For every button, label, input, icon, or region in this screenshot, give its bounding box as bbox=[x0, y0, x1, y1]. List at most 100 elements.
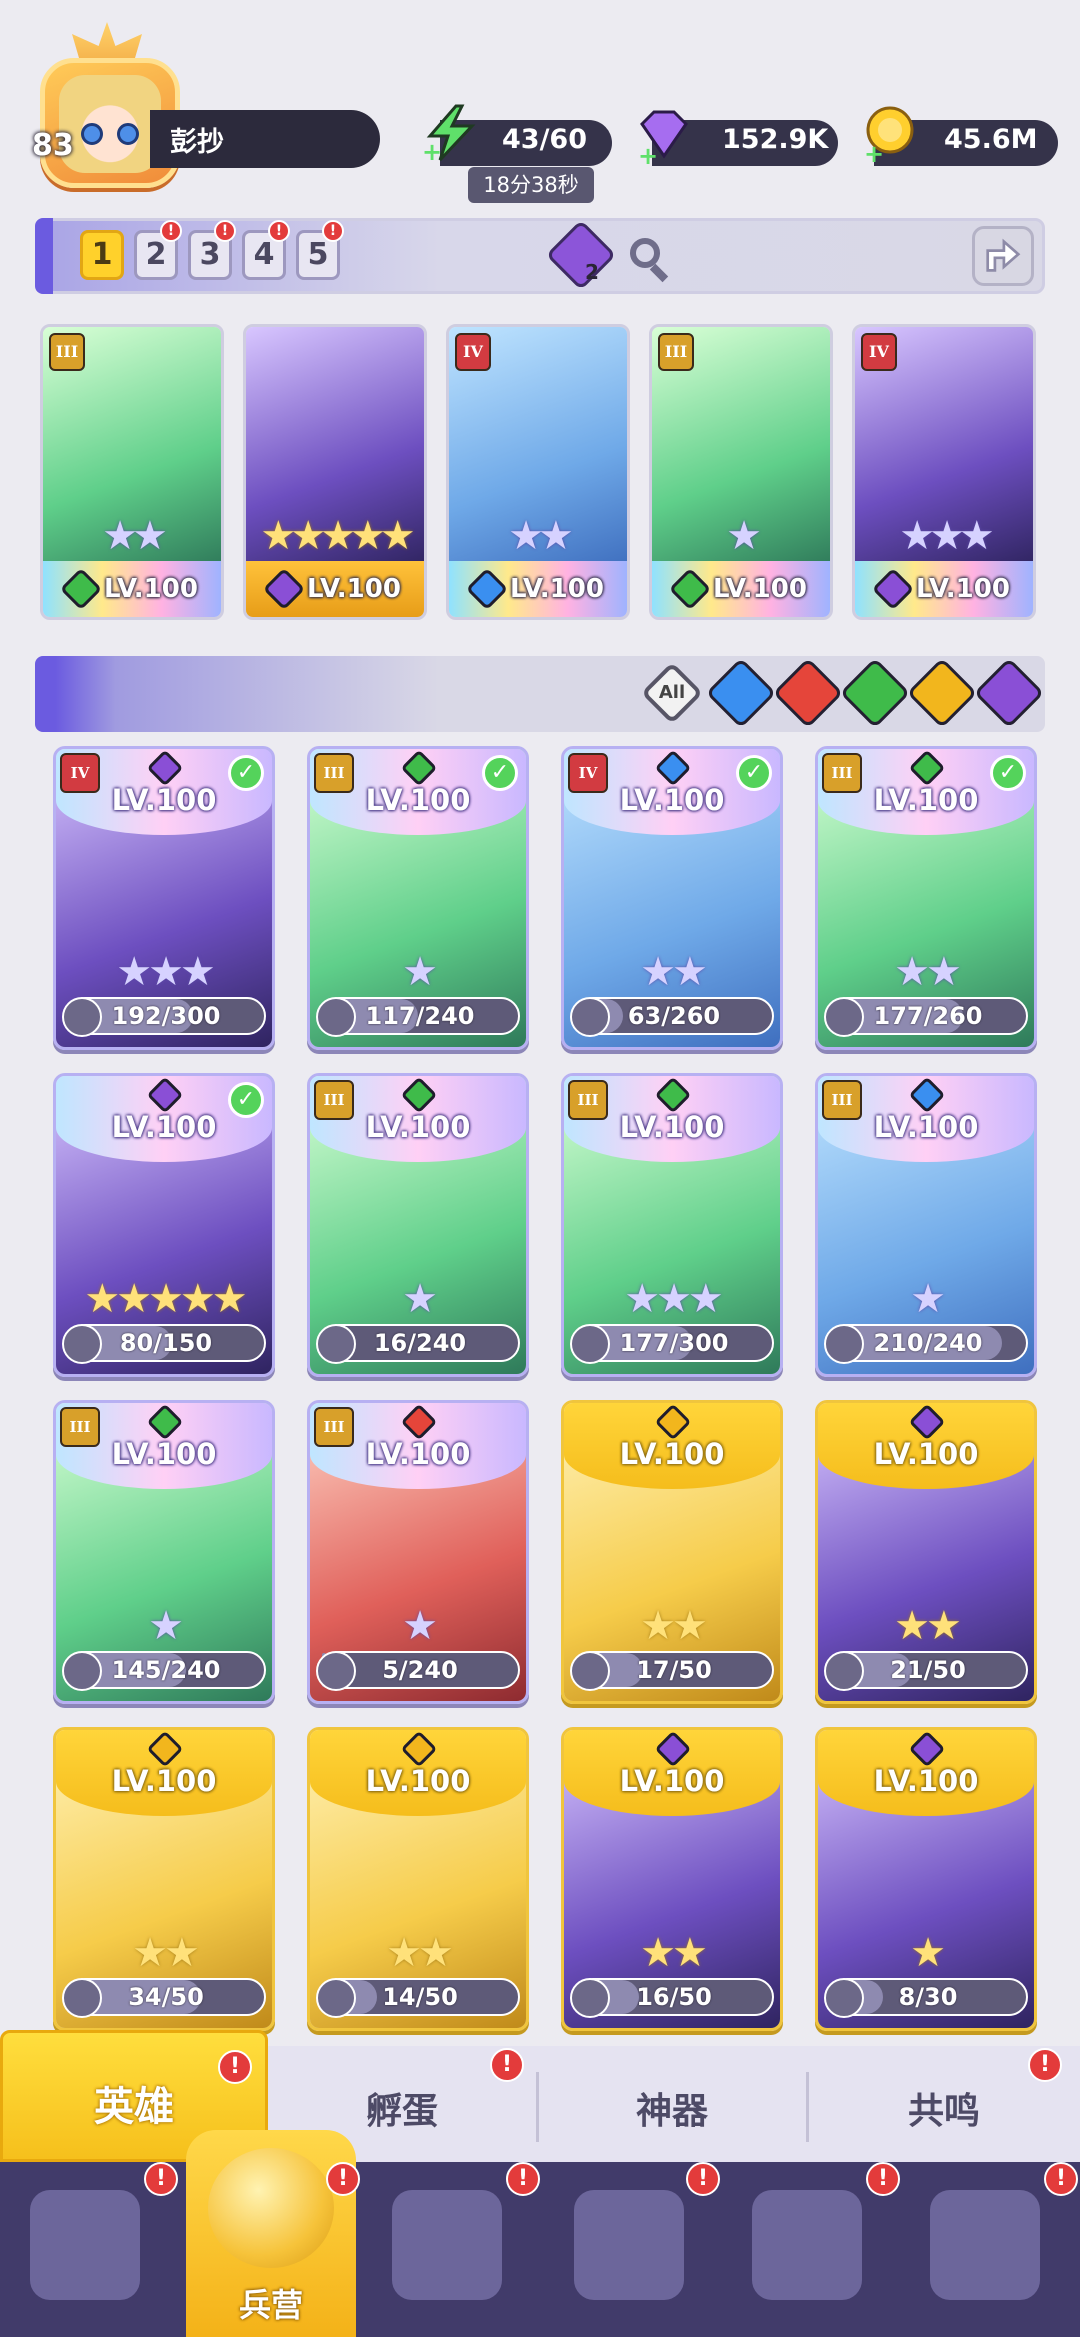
nav-cards-icon[interactable] bbox=[30, 2190, 140, 2300]
hero-card[interactable]: LV.100 ✓ ★★★★★ 80/150 bbox=[53, 1073, 275, 1377]
rank-badge-icon: III bbox=[49, 333, 85, 371]
hero-stars: ★★★★★ bbox=[260, 513, 415, 559]
hero-card[interactable]: LV.100 III ✓ ★★ 177/260 bbox=[815, 746, 1037, 1050]
shard-progress-bar: 177/300 bbox=[570, 1324, 774, 1364]
player-name: 彭抄 bbox=[170, 127, 224, 158]
rank-badge-icon: III bbox=[314, 1407, 354, 1447]
shard-progress-text: 80/150 bbox=[119, 1329, 213, 1357]
tab-hatch[interactable]: 孵蛋 bbox=[268, 2082, 536, 2134]
team-hero-card[interactable]: ★★ LV.100 III bbox=[40, 324, 224, 620]
hero-level: LV.100 bbox=[873, 1437, 979, 1471]
water-element-icon bbox=[465, 567, 509, 611]
hero-level: LV.100 bbox=[619, 1764, 725, 1798]
hero-level: LV.100 bbox=[307, 574, 401, 604]
nav-castle-alert-icon: ! bbox=[686, 2162, 720, 2196]
team-gem-count: 2 bbox=[585, 260, 599, 284]
shard-progress-bar: 17/50 bbox=[570, 1651, 774, 1691]
hero-card[interactable]: LV.100 III ★★★ 177/300 bbox=[561, 1073, 783, 1377]
energy-value: 43/60 bbox=[502, 124, 588, 155]
hero-card[interactable]: LV.100 ★★ 21/50 bbox=[815, 1400, 1037, 1704]
rank-badge-icon: IV bbox=[60, 753, 100, 793]
hero-stars: ★ bbox=[402, 949, 438, 995]
hero-stars: ★★ bbox=[386, 1930, 454, 1976]
dark-element-icon bbox=[871, 567, 915, 611]
hero-card[interactable]: LV.100 ★★ 34/50 bbox=[53, 1727, 275, 2031]
hero-stars: ★★ bbox=[508, 513, 574, 559]
team-hero-card[interactable]: ★★ LV.100 IV bbox=[446, 324, 630, 620]
owned-check-icon: ✓ bbox=[228, 1082, 264, 1118]
hero-stars: ★★★ bbox=[899, 513, 995, 559]
hero-level: LV.100 bbox=[510, 574, 604, 604]
team-hero-card[interactable]: ★★★★★ LV.100 bbox=[243, 324, 427, 620]
rank-badge-icon: IV bbox=[861, 333, 897, 371]
shard-progress-text: 177/260 bbox=[873, 1002, 983, 1030]
hero-card[interactable]: LV.100 ★★ 17/50 bbox=[561, 1400, 783, 1704]
hero-stars: ★ bbox=[148, 1603, 184, 1649]
hero-card[interactable]: LV.100 IV ✓ ★★ 63/260 bbox=[561, 746, 783, 1050]
hero-level: LV.100 bbox=[619, 1437, 725, 1471]
hero-stars: ★★★ bbox=[116, 949, 216, 995]
hero-level-bar: LV.100 bbox=[43, 561, 221, 617]
shard-progress-text: 34/50 bbox=[128, 1983, 204, 2011]
owned-check-icon: ✓ bbox=[228, 755, 264, 791]
rank-badge-icon: IV bbox=[568, 753, 608, 793]
shard-progress-text: 177/300 bbox=[619, 1329, 729, 1357]
team-tab-1[interactable]: 1 bbox=[80, 230, 124, 280]
nav-castle-icon[interactable] bbox=[574, 2190, 684, 2300]
hero-card[interactable]: LV.100 III ★ 145/240 bbox=[53, 1400, 275, 1704]
svg-text:+: + bbox=[422, 138, 442, 162]
shard-progress-text: 5/240 bbox=[382, 1656, 458, 1684]
hero-card[interactable]: LV.100 ★★ 16/50 bbox=[561, 1727, 783, 2031]
hero-stars: ★★ bbox=[640, 1603, 708, 1649]
team-hero-card[interactable]: ★★★ LV.100 IV bbox=[852, 324, 1036, 620]
rank-badge-icon: III bbox=[658, 333, 694, 371]
tab-resonance[interactable]: 共鸣 bbox=[808, 2082, 1080, 2134]
shard-progress-text: 8/30 bbox=[898, 1983, 958, 2011]
avatar-eye-right bbox=[117, 123, 139, 145]
team-hero-card[interactable]: ★ LV.100 III bbox=[649, 324, 833, 620]
hero-stars: ★★★★★ bbox=[84, 1276, 247, 1322]
hero-card[interactable]: LV.100 III ★ 5/240 bbox=[307, 1400, 529, 1704]
shard-progress-bar: 16/50 bbox=[570, 1978, 774, 2018]
nav-map-icon[interactable] bbox=[392, 2190, 502, 2300]
shard-progress-bar: 8/30 bbox=[824, 1978, 1028, 2018]
hero-stars: ★★ bbox=[894, 949, 962, 995]
rank-badge-icon: IV bbox=[455, 333, 491, 371]
nav-guild-icon[interactable] bbox=[930, 2190, 1040, 2300]
shard-progress-bar: 5/240 bbox=[316, 1651, 520, 1691]
hero-stars: ★ bbox=[910, 1930, 946, 1976]
hero-level-bar: LV.100 bbox=[652, 561, 830, 617]
rank-badge-icon: III bbox=[314, 1080, 354, 1120]
rank-badge-icon: III bbox=[60, 1407, 100, 1447]
shard-progress-bar: 177/260 bbox=[824, 997, 1028, 1037]
avatar-portrait bbox=[59, 75, 161, 173]
team-selector-bar bbox=[35, 218, 1045, 294]
owned-check-icon: ✓ bbox=[482, 755, 518, 791]
shard-progress-text: 17/50 bbox=[636, 1656, 712, 1684]
hero-level: LV.100 bbox=[365, 1764, 471, 1798]
hero-card[interactable]: LV.100 III ★ 16/240 bbox=[307, 1073, 529, 1377]
shard-progress-bar: 21/50 bbox=[824, 1651, 1028, 1691]
hero-level: LV.100 bbox=[916, 574, 1010, 604]
owned-check-icon: ✓ bbox=[736, 755, 772, 791]
hero-level: LV.100 bbox=[104, 574, 198, 604]
shard-progress-bar: 14/50 bbox=[316, 1978, 520, 2018]
share-button[interactable] bbox=[972, 226, 1034, 286]
svg-text:+: + bbox=[638, 142, 658, 164]
shard-progress-text: 16/240 bbox=[373, 1329, 467, 1357]
hero-stars: ★ bbox=[402, 1603, 438, 1649]
hero-card[interactable]: LV.100 IV ✓ ★★★ 192/300 bbox=[53, 746, 275, 1050]
hero-card[interactable]: LV.100 III ★ 210/240 bbox=[815, 1073, 1037, 1377]
energy-bolt-icon: + bbox=[422, 104, 476, 162]
hero-card[interactable]: LV.100 ★★ 14/50 bbox=[307, 1727, 529, 2031]
hero-card[interactable]: LV.100 III ✓ ★ 117/240 bbox=[307, 746, 529, 1050]
tab-resonance-alert-icon: ! bbox=[1028, 2048, 1062, 2082]
tab-artifacts[interactable]: 神器 bbox=[538, 2082, 806, 2134]
nav-map-alert-icon: ! bbox=[506, 2162, 540, 2196]
hero-card[interactable]: LV.100 ★ 8/30 bbox=[815, 1727, 1037, 2031]
nav-mushroom-icon[interactable] bbox=[752, 2190, 862, 2300]
svg-text:+: + bbox=[864, 140, 884, 162]
hero-level: LV.100 bbox=[111, 1764, 217, 1798]
nav-barracks-alert-icon: ! bbox=[326, 2162, 360, 2196]
shard-progress-text: 16/50 bbox=[636, 1983, 712, 2011]
